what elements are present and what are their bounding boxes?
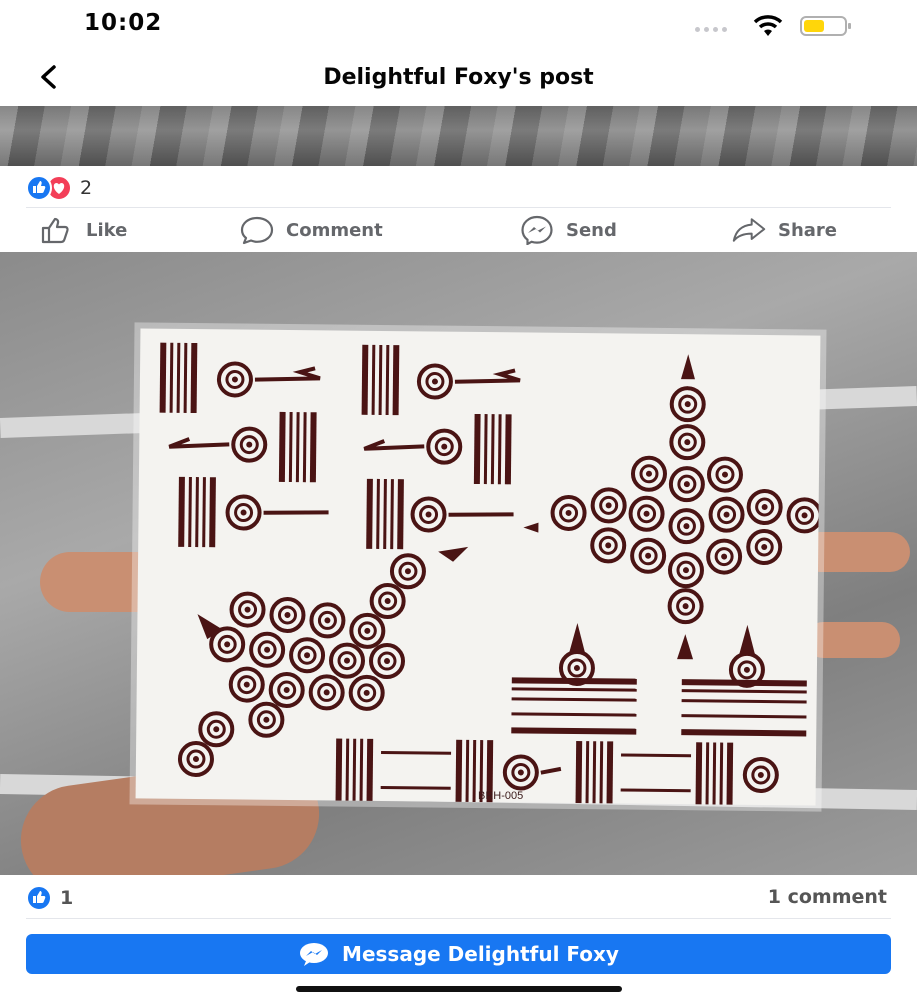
hand-finger [805,622,900,658]
share-icon [732,218,766,242]
comment-icon [240,216,274,245]
like-label: Like [86,219,128,241]
message-page-button[interactable]: Message Delightful Foxy [26,934,891,974]
reaction-count: 2 [80,177,93,199]
wifi-icon [753,15,783,36]
status-time: 10:02 [84,10,163,36]
henna-pattern-illustration [159,342,821,813]
messenger-icon [521,215,553,245]
photo-reaction-summary[interactable]: 1 [26,885,74,911]
like-reaction-icon [26,175,52,201]
like-button[interactable]: Like [40,210,127,250]
comment-label: Comment [286,219,383,241]
reaction-summary[interactable]: 2 [26,175,93,201]
home-indicator [296,986,622,992]
thumbs-up-icon [41,217,69,244]
post-action-bar: Like Comment Send Share [0,210,917,250]
battery-icon [800,16,851,36]
share-button[interactable]: Share [732,210,837,250]
messenger-icon [300,943,329,966]
page-title: Delightful Foxy's post [323,65,594,90]
status-bar: 10:02 [0,0,917,50]
send-label: Send [566,219,617,241]
message-button-label: Message Delightful Foxy [342,942,619,966]
like-reaction-icon [26,885,52,911]
post-photo[interactable] [0,252,917,875]
share-label: Share [778,219,838,241]
previous-post-image[interactable] [0,106,917,166]
divider [26,207,891,208]
signal-icon [695,27,727,32]
comment-button[interactable]: Comment [240,210,383,250]
send-button[interactable]: Send [520,210,617,250]
photo-reaction-count: 1 [60,887,74,909]
card-product-code: BRH-005 [478,790,524,802]
henna-tattoo-card [135,328,821,813]
post-header: Delightful Foxy's post [0,52,917,104]
divider [26,918,891,919]
comments-link[interactable]: 1 comment [768,886,887,908]
